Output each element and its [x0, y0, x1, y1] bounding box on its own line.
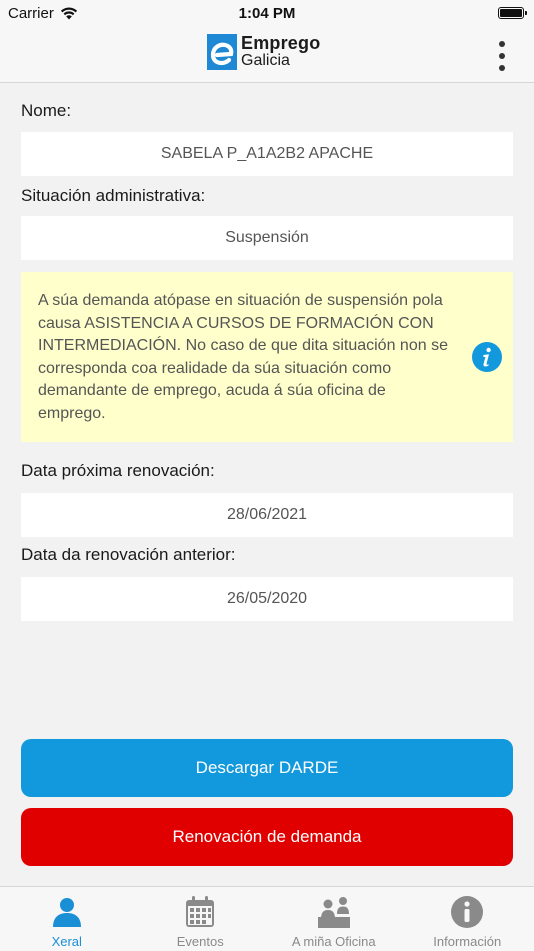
renew-demand-button[interactable]: Renovación de demanda [21, 808, 513, 866]
tab-oficina-label: A miña Oficina [292, 934, 376, 949]
tab-informacion-label: Información [433, 934, 501, 949]
anterior-label: Data da renovación anterior: [21, 545, 236, 565]
tab-xeral-label: Xeral [52, 934, 82, 949]
situacion-value: Suspensión [21, 216, 513, 260]
status-time: 1:04 PM [0, 5, 534, 22]
anterior-value: 26/05/2020 [21, 577, 513, 621]
more-vertical-icon[interactable] [492, 39, 512, 73]
nome-value: SABELA P_A1A2B2 APACHE [21, 132, 513, 176]
person-icon [50, 895, 84, 929]
calendar-icon [183, 895, 217, 929]
info-icon [450, 895, 484, 929]
info-icon[interactable] [471, 341, 503, 373]
office-icon [317, 895, 351, 929]
tab-informacion[interactable]: Información [401, 887, 534, 951]
download-darde-button[interactable]: Descargar DARDE [21, 739, 513, 797]
emprego-logo-icon [207, 34, 237, 70]
tab-xeral[interactable]: Xeral [0, 887, 134, 951]
tab-bar: Xeral Eventos A miña Oficina [0, 886, 534, 951]
tab-oficina[interactable]: A miña Oficina [267, 887, 401, 951]
proxima-value: 28/06/2021 [21, 493, 513, 537]
notice-text: A súa demanda atópase en situación de su… [38, 290, 453, 425]
situacion-label: Situación administrativa: [21, 186, 205, 206]
logo-title: Emprego [241, 35, 320, 52]
nome-label: Nome: [21, 101, 71, 121]
battery-icon [498, 7, 524, 19]
suspension-notice: A súa demanda atópase en situación de su… [21, 272, 513, 442]
app-logo: Emprego Galicia [207, 34, 320, 70]
tab-eventos[interactable]: Eventos [134, 887, 268, 951]
logo-subtitle: Galicia [241, 52, 320, 69]
nav-header: Emprego Galicia [0, 30, 534, 83]
tab-eventos-label: Eventos [177, 934, 224, 949]
status-bar: Carrier 1:04 PM [0, 0, 534, 30]
proxima-label: Data próxima renovación: [21, 461, 215, 481]
